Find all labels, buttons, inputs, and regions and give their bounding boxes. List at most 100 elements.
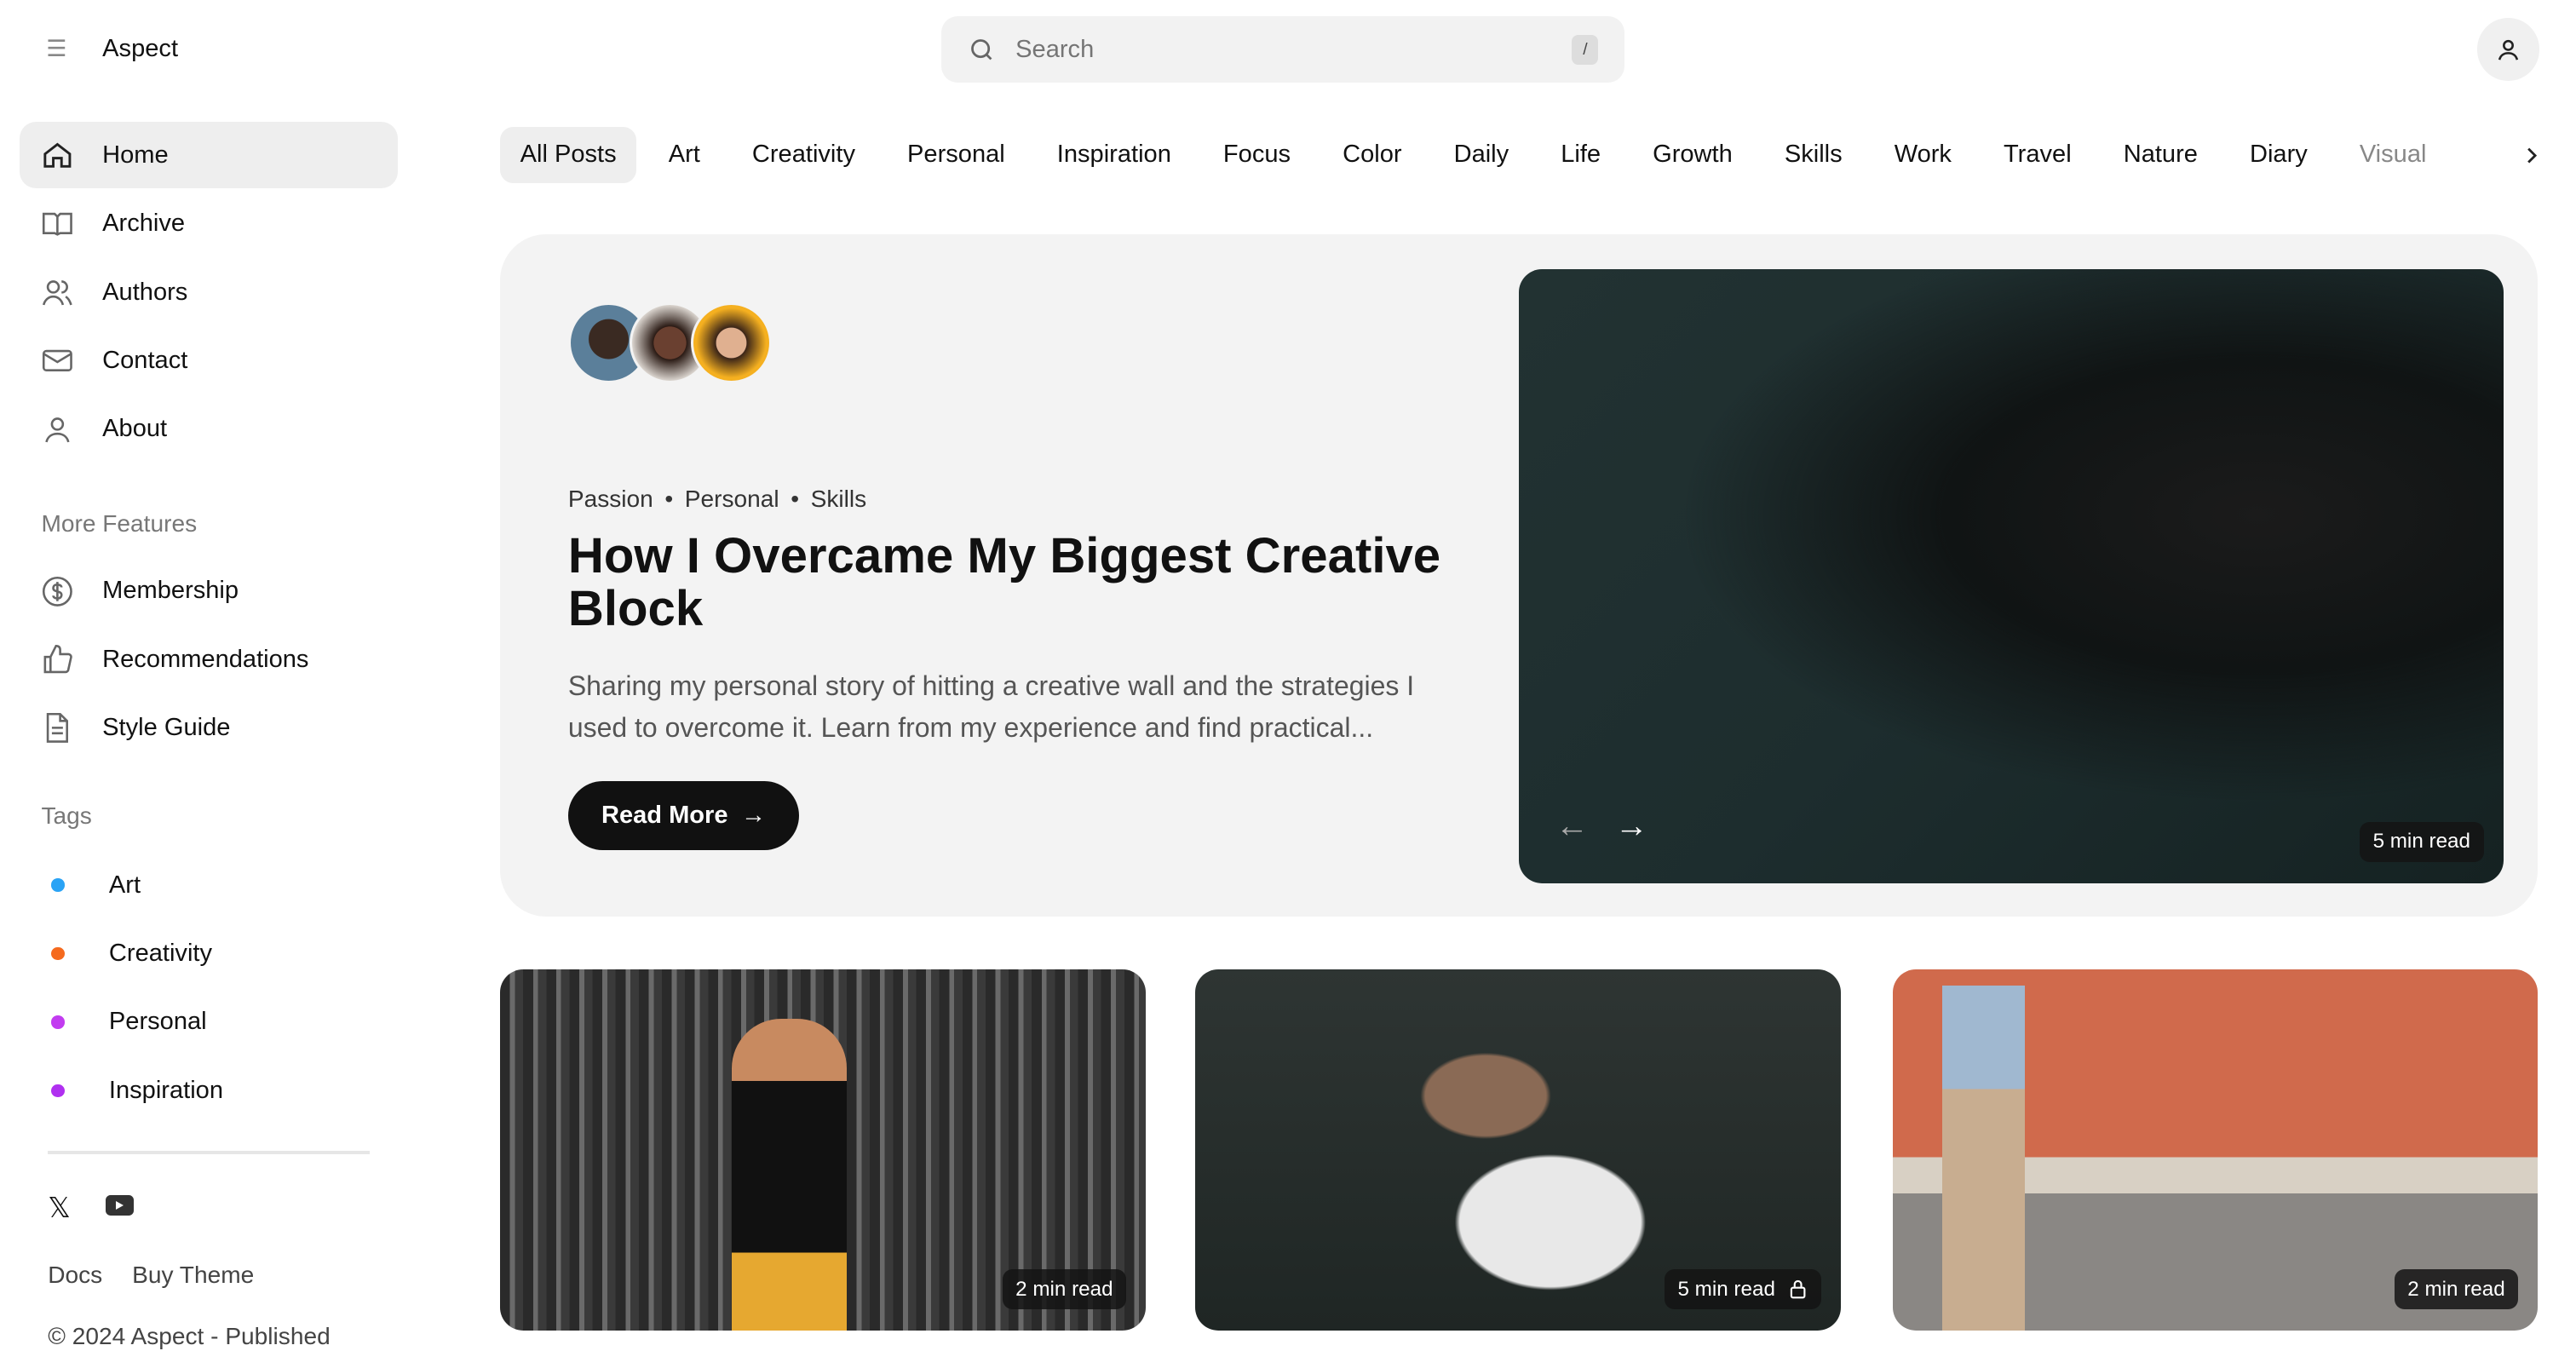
category-link[interactable]: Passion: [568, 486, 653, 512]
sidebar-item-archive[interactable]: Archive: [20, 191, 398, 257]
sidebar-item-recommendations[interactable]: Recommendations: [20, 627, 398, 693]
post-title[interactable]: How I Overcame My Biggest Creative Block: [568, 530, 1460, 635]
tag-personal[interactable]: Personal: [20, 989, 398, 1055]
read-time-badge: 5 min read: [1664, 1268, 1822, 1310]
tags-heading: Tags: [41, 802, 92, 830]
tab-travel[interactable]: Travel: [1984, 127, 2091, 183]
tab-creativity[interactable]: Creativity: [733, 127, 876, 183]
read-more-button[interactable]: Read More →: [567, 780, 800, 851]
previous-arrow-icon[interactable]: ←: [1555, 808, 1589, 845]
search-shortcut: /: [1572, 34, 1599, 65]
post-card[interactable]: 2 min read: [500, 969, 1147, 1331]
category-tabs: All Posts Art Creativity Personal Inspiratio…: [500, 127, 2458, 184]
tab-all-posts[interactable]: All Posts: [500, 127, 636, 184]
chevron-right-icon: [2527, 147, 2538, 164]
nav-label: Authors: [102, 278, 188, 306]
tab-growth[interactable]: Growth: [1633, 127, 1752, 183]
youtube-icon[interactable]: [106, 1195, 135, 1216]
post-card[interactable]: 5 min read: [1195, 969, 1842, 1331]
docs-link[interactable]: Docs: [48, 1262, 102, 1289]
tag-art[interactable]: Art: [20, 852, 398, 918]
sidebar-item-contact[interactable]: Contact: [20, 328, 398, 394]
card-image-subject: [1941, 986, 2025, 1331]
avatar[interactable]: [690, 302, 772, 383]
tab-visual[interactable]: Visual: [2340, 127, 2447, 183]
tab-focus[interactable]: Focus: [1204, 127, 1311, 183]
post-categories: Passion • Personal • Skills: [567, 485, 867, 512]
read-time: 2 min read: [2407, 1277, 2505, 1301]
search-input[interactable]: [1012, 33, 1573, 66]
read-time: 5 min read: [2372, 830, 2470, 854]
card-image-subject: [731, 1019, 848, 1331]
search-icon: [971, 38, 992, 60]
sidebar-item-style-guide[interactable]: Style Guide: [20, 695, 398, 762]
lock-icon: [1791, 1279, 1806, 1299]
post-card[interactable]: 2 min read: [1892, 969, 2539, 1331]
category-link[interactable]: Personal: [685, 486, 779, 512]
sidebar-divider: [48, 1151, 371, 1154]
featured-image[interactable]: ← → 5 min read: [1519, 268, 2504, 884]
tag-creativity[interactable]: Creativity: [20, 921, 398, 987]
buy-theme-link[interactable]: Buy Theme: [132, 1262, 254, 1289]
tags-list: Art Creativity Personal Inspiration: [20, 852, 398, 1126]
menu-icon[interactable]: ☰: [46, 37, 69, 60]
tag-label: Art: [108, 871, 141, 899]
tab-daily[interactable]: Daily: [1434, 127, 1528, 183]
button-label: Read More: [601, 802, 728, 830]
tag-label: Personal: [108, 1008, 207, 1036]
dollar-icon: [40, 575, 77, 608]
tab-art[interactable]: Art: [648, 127, 720, 183]
nav-label: Archive: [102, 210, 186, 238]
sidebar-item-about[interactable]: About: [20, 396, 398, 463]
read-time: 5 min read: [1677, 1277, 1775, 1301]
brand-name[interactable]: Aspect: [102, 35, 178, 63]
nav-label: Recommendations: [102, 645, 309, 673]
tab-color[interactable]: Color: [1323, 127, 1422, 183]
nav-label: About: [102, 415, 168, 443]
tab-personal[interactable]: Personal: [888, 127, 1025, 183]
search-bar[interactable]: /: [940, 16, 1625, 83]
read-time: 2 min read: [1015, 1277, 1113, 1301]
post-excerpt: Sharing my personal story of hitting a c…: [567, 670, 1415, 743]
read-time-badge: 2 min read: [1002, 1268, 1127, 1310]
sidebar-item-membership[interactable]: Membership: [20, 558, 398, 624]
sidebar-item-authors[interactable]: Authors: [20, 259, 398, 325]
users-icon: [40, 276, 77, 309]
nav-label: Membership: [102, 577, 239, 605]
home-icon: [40, 139, 77, 172]
thumbs-up-icon: [40, 643, 77, 676]
sidebar-nav: Home Archive Authors Contact About: [20, 122, 399, 464]
tab-diary[interactable]: Diary: [2230, 127, 2327, 183]
tag-label: Inspiration: [108, 1076, 223, 1104]
x-twitter-icon[interactable]: 𝕏: [48, 1191, 71, 1224]
sidebar-item-home[interactable]: Home: [20, 122, 399, 188]
read-time-badge: 2 min read: [2394, 1268, 2519, 1310]
next-arrow-icon[interactable]: →: [1615, 808, 1648, 845]
nav-label: Style Guide: [102, 714, 231, 742]
tab-life[interactable]: Life: [1541, 127, 1620, 183]
copyright: © 2024 Aspect - Published: [48, 1322, 331, 1349]
user-icon: [2498, 39, 2519, 60]
account-button[interactable]: [2476, 18, 2540, 81]
tag-dot: [51, 1015, 65, 1029]
mail-icon: [40, 344, 77, 377]
nav-label: Home: [102, 141, 169, 169]
book-icon: [40, 207, 77, 240]
more-features-heading: More Features: [41, 509, 198, 537]
tab-skills[interactable]: Skills: [1765, 127, 1862, 183]
nav-label: Contact: [102, 347, 188, 375]
tag-label: Creativity: [108, 939, 213, 967]
user-icon: [40, 413, 77, 446]
tab-inspiration[interactable]: Inspiration: [1038, 127, 1192, 183]
category-link[interactable]: Skills: [811, 486, 867, 512]
arrow-right-icon: →: [741, 802, 767, 830]
tag-dot: [51, 946, 65, 961]
tab-nature[interactable]: Nature: [2103, 127, 2217, 183]
tabs-scroll-right[interactable]: [2469, 129, 2544, 182]
document-icon: [40, 711, 77, 744]
tag-inspiration[interactable]: Inspiration: [20, 1058, 398, 1124]
read-time-badge: 5 min read: [2360, 821, 2484, 862]
author-avatars: [567, 302, 772, 383]
tab-work[interactable]: Work: [1874, 127, 1971, 183]
tag-dot: [51, 1084, 65, 1098]
